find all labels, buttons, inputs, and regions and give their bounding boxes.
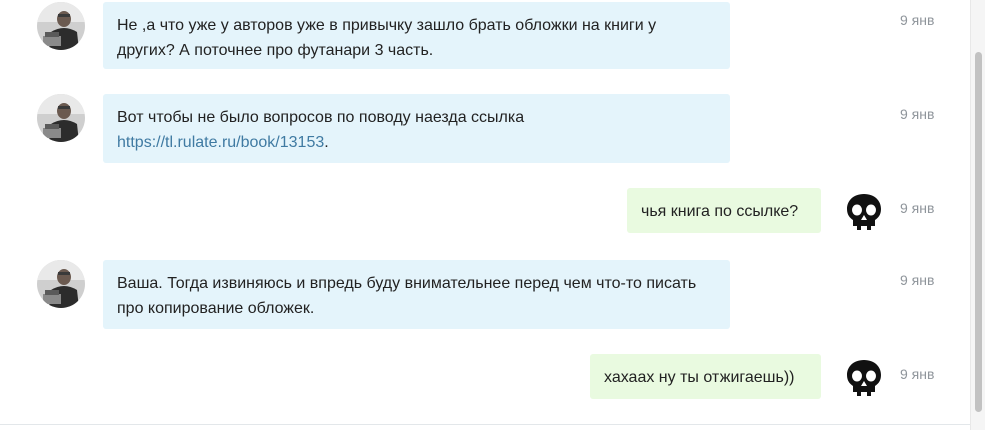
message-time[interactable]: 9 янв [900, 106, 952, 122]
message-text: хахаах ну ты отжигаешь)) [604, 369, 795, 386]
user-portrait-avatar-icon [37, 94, 85, 142]
message-time[interactable]: 9 янв [900, 272, 952, 288]
message-time[interactable]: 9 янв [900, 200, 952, 216]
user-avatar[interactable] [37, 2, 85, 50]
message-text: чья книга по ссылке? [641, 203, 799, 220]
skull-avatar-icon [840, 354, 888, 402]
skull-avatar-icon [840, 188, 888, 236]
message-text: Вот чтобы не было вопросов по поводу нае… [117, 109, 525, 126]
message-bubble[interactable]: Не ,а что уже у авторов уже в привычку з… [103, 2, 730, 69]
message-bubble[interactable]: чья книга по ссылке? [627, 188, 821, 233]
message-time[interactable]: 9 янв [900, 12, 952, 28]
chat-history: Не ,а что уже у авторов уже в привычку з… [0, 0, 988, 430]
user-portrait-avatar-icon [37, 2, 85, 50]
scrollbar[interactable] [970, 0, 985, 430]
divider [0, 424, 970, 425]
message-time[interactable]: 9 янв [900, 366, 952, 382]
message-text: Ваша. Тогда извиняюсь и впредь буду вним… [117, 275, 697, 317]
message-link[interactable]: https://tl.rulate.ru/book/13153 [117, 134, 324, 151]
message-bubble[interactable]: Вот чтобы не было вопросов по поводу нае… [103, 94, 730, 163]
message-bubble[interactable]: Ваша. Тогда извиняюсь и впредь буду вним… [103, 260, 730, 329]
user-avatar[interactable] [37, 94, 85, 142]
message-text-suffix: . [324, 134, 329, 151]
user-portrait-avatar-icon [37, 260, 85, 308]
scrollbar-thumb[interactable] [975, 52, 982, 412]
message-bubble[interactable]: хахаах ну ты отжигаешь)) [590, 354, 821, 399]
message-text: Не ,а что уже у авторов уже в привычку з… [117, 17, 657, 59]
own-avatar[interactable] [840, 354, 888, 402]
user-avatar[interactable] [37, 260, 85, 308]
own-avatar[interactable] [840, 188, 888, 236]
